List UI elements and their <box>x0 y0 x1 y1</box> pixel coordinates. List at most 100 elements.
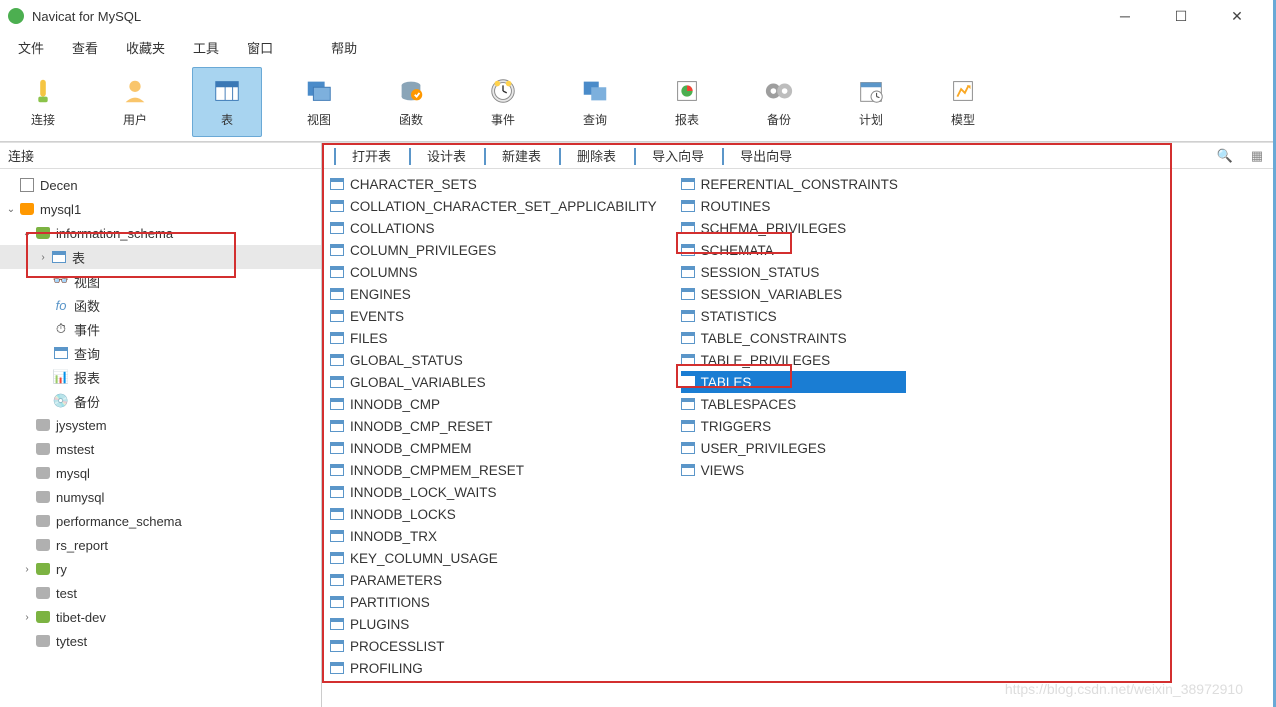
tree-views[interactable]: 👓视图 <box>0 269 321 293</box>
table-item-innodb_lock_waits[interactable]: INNODB_LOCK_WAITS <box>330 481 665 503</box>
menu-file[interactable]: 文件 <box>4 32 58 63</box>
tree-reports[interactable]: 📊报表 <box>0 365 321 389</box>
db-jysystem[interactable]: jysystem <box>0 413 321 437</box>
table-item-partitions[interactable]: PARTITIONS <box>330 591 665 613</box>
chevron-right-icon[interactable]: › <box>36 252 50 263</box>
connection-decen[interactable]: Decen <box>0 173 321 197</box>
close-button[interactable]: ✕ <box>1217 4 1257 28</box>
import-wizard-button[interactable]: 导入向导 <box>628 144 710 167</box>
toolbar-event[interactable]: 事件 <box>468 67 538 137</box>
database-icon <box>34 537 52 553</box>
table-item-profiling[interactable]: PROFILING <box>330 657 665 679</box>
db-test[interactable]: test <box>0 581 321 605</box>
db-tytest[interactable]: tytest <box>0 629 321 653</box>
table-item-processlist[interactable]: PROCESSLIST <box>330 635 665 657</box>
table-item-innodb_trx[interactable]: INNODB_TRX <box>330 525 665 547</box>
toolbar-view[interactable]: 视图 <box>284 67 354 137</box>
connection-open-icon <box>18 201 36 217</box>
table-list[interactable]: CHARACTER_SETSCOLLATION_CHARACTER_SET_AP… <box>322 169 1273 707</box>
db-mstest[interactable]: mstest <box>0 437 321 461</box>
db-tibet-dev[interactable]: ›tibet-dev <box>0 605 321 629</box>
table-item-session_variables[interactable]: SESSION_VARIABLES <box>681 283 906 305</box>
db-ry[interactable]: ›ry <box>0 557 321 581</box>
sidebar-header: 连接 <box>0 143 321 169</box>
menu-window[interactable]: 窗口 <box>233 32 287 63</box>
table-item-key_column_usage[interactable]: KEY_COLUMN_USAGE <box>330 547 665 569</box>
table-item-user_privileges[interactable]: USER_PRIVILEGES <box>681 437 906 459</box>
table-icon <box>681 464 695 476</box>
table-item-events[interactable]: EVENTS <box>330 305 665 327</box>
tree-backups[interactable]: 💿备份 <box>0 389 321 413</box>
tree-functions[interactable]: fo函数 <box>0 293 321 317</box>
toolbar-report[interactable]: 报表 <box>652 67 722 137</box>
toolbar-connect[interactable]: 连接 <box>8 67 78 137</box>
table-item-global_variables[interactable]: GLOBAL_VARIABLES <box>330 371 665 393</box>
table-item-collations[interactable]: COLLATIONS <box>330 217 665 239</box>
table-item-session_status[interactable]: SESSION_STATUS <box>681 261 906 283</box>
table-item-schema_privileges[interactable]: SCHEMA_PRIVILEGES <box>681 217 906 239</box>
table-item-parameters[interactable]: PARAMETERS <box>330 569 665 591</box>
maximize-button[interactable]: ☐ <box>1161 4 1201 28</box>
chevron-right-icon[interactable]: › <box>20 564 34 575</box>
toolbar-schedule[interactable]: 计划 <box>836 67 906 137</box>
table-item-column_privileges[interactable]: COLUMN_PRIVILEGES <box>330 239 665 261</box>
table-item-triggers[interactable]: TRIGGERS <box>681 415 906 437</box>
tree-tables[interactable]: ›表 <box>0 245 321 269</box>
table-item-columns[interactable]: COLUMNS <box>330 261 665 283</box>
menu-favorites[interactable]: 收藏夹 <box>112 32 179 63</box>
minimize-button[interactable]: ─ <box>1105 4 1145 28</box>
toolbar-query[interactable]: 查询 <box>560 67 630 137</box>
table-item-innodb_locks[interactable]: INNODB_LOCKS <box>330 503 665 525</box>
table-item-table_constraints[interactable]: TABLE_CONSTRAINTS <box>681 327 906 349</box>
table-item-innodb_cmpmem[interactable]: INNODB_CMPMEM <box>330 437 665 459</box>
table-item-schemata[interactable]: SCHEMATA <box>681 239 906 261</box>
table-item-tablespaces[interactable]: TABLESPACES <box>681 393 906 415</box>
toolbar-table[interactable]: 表 <box>192 67 262 137</box>
tree-queries[interactable]: 查询 <box>0 341 321 365</box>
table-item-statistics[interactable]: STATISTICS <box>681 305 906 327</box>
chevron-right-icon[interactable]: › <box>20 612 34 623</box>
table-item-innodb_cmp_reset[interactable]: INNODB_CMP_RESET <box>330 415 665 437</box>
new-table-button[interactable]: 新建表 <box>478 144 547 167</box>
search-icon[interactable]: 🔍 <box>1215 146 1235 166</box>
db-information-schema[interactable]: ⌄information_schema <box>0 221 321 245</box>
export-wizard-button[interactable]: 导出向导 <box>716 144 798 167</box>
grid-view-icon[interactable]: ▦ <box>1247 146 1267 166</box>
db-performance_schema[interactable]: performance_schema <box>0 509 321 533</box>
toolbar-user[interactable]: 用户 <box>100 67 170 137</box>
menu-view[interactable]: 查看 <box>58 32 112 63</box>
table-item-innodb_cmpmem_reset[interactable]: INNODB_CMPMEM_RESET <box>330 459 665 481</box>
table-icon <box>330 486 344 498</box>
open-table-button[interactable]: 打开表 <box>328 144 397 167</box>
delete-table-button[interactable]: 删除表 <box>553 144 622 167</box>
table-icon <box>681 244 695 256</box>
table-item-views[interactable]: VIEWS <box>681 459 906 481</box>
table-item-routines[interactable]: ROUTINES <box>681 195 906 217</box>
design-table-button[interactable]: 设计表 <box>403 144 472 167</box>
table-item-tables[interactable]: TABLES <box>681 371 906 393</box>
table-item-engines[interactable]: ENGINES <box>330 283 665 305</box>
table-item-character_sets[interactable]: CHARACTER_SETS <box>330 173 665 195</box>
chevron-down-icon[interactable]: ⌄ <box>4 204 18 215</box>
table-icon <box>330 530 344 542</box>
chevron-down-icon[interactable]: ⌄ <box>20 228 34 239</box>
table-item-files[interactable]: FILES <box>330 327 665 349</box>
table-item-table_privileges[interactable]: TABLE_PRIVILEGES <box>681 349 906 371</box>
menu-tools[interactable]: 工具 <box>179 32 233 63</box>
database-icon <box>34 585 52 601</box>
connection-tree[interactable]: Decen ⌄mysql1 ⌄information_schema ›表 👓视图… <box>0 169 321 707</box>
table-item-collation_character_set_applicability[interactable]: COLLATION_CHARACTER_SET_APPLICABILITY <box>330 195 665 217</box>
table-item-innodb_cmp[interactable]: INNODB_CMP <box>330 393 665 415</box>
connection-mysql1[interactable]: ⌄mysql1 <box>0 197 321 221</box>
tree-events[interactable]: ⏱事件 <box>0 317 321 341</box>
menu-help[interactable]: 帮助 <box>317 32 371 63</box>
toolbar-backup[interactable]: 备份 <box>744 67 814 137</box>
toolbar-model[interactable]: 模型 <box>928 67 998 137</box>
toolbar-function[interactable]: 函数 <box>376 67 446 137</box>
db-mysql[interactable]: mysql <box>0 461 321 485</box>
db-rs_report[interactable]: rs_report <box>0 533 321 557</box>
table-item-referential_constraints[interactable]: REFERENTIAL_CONSTRAINTS <box>681 173 906 195</box>
table-item-global_status[interactable]: GLOBAL_STATUS <box>330 349 665 371</box>
db-numysql[interactable]: numysql <box>0 485 321 509</box>
table-item-plugins[interactable]: PLUGINS <box>330 613 665 635</box>
